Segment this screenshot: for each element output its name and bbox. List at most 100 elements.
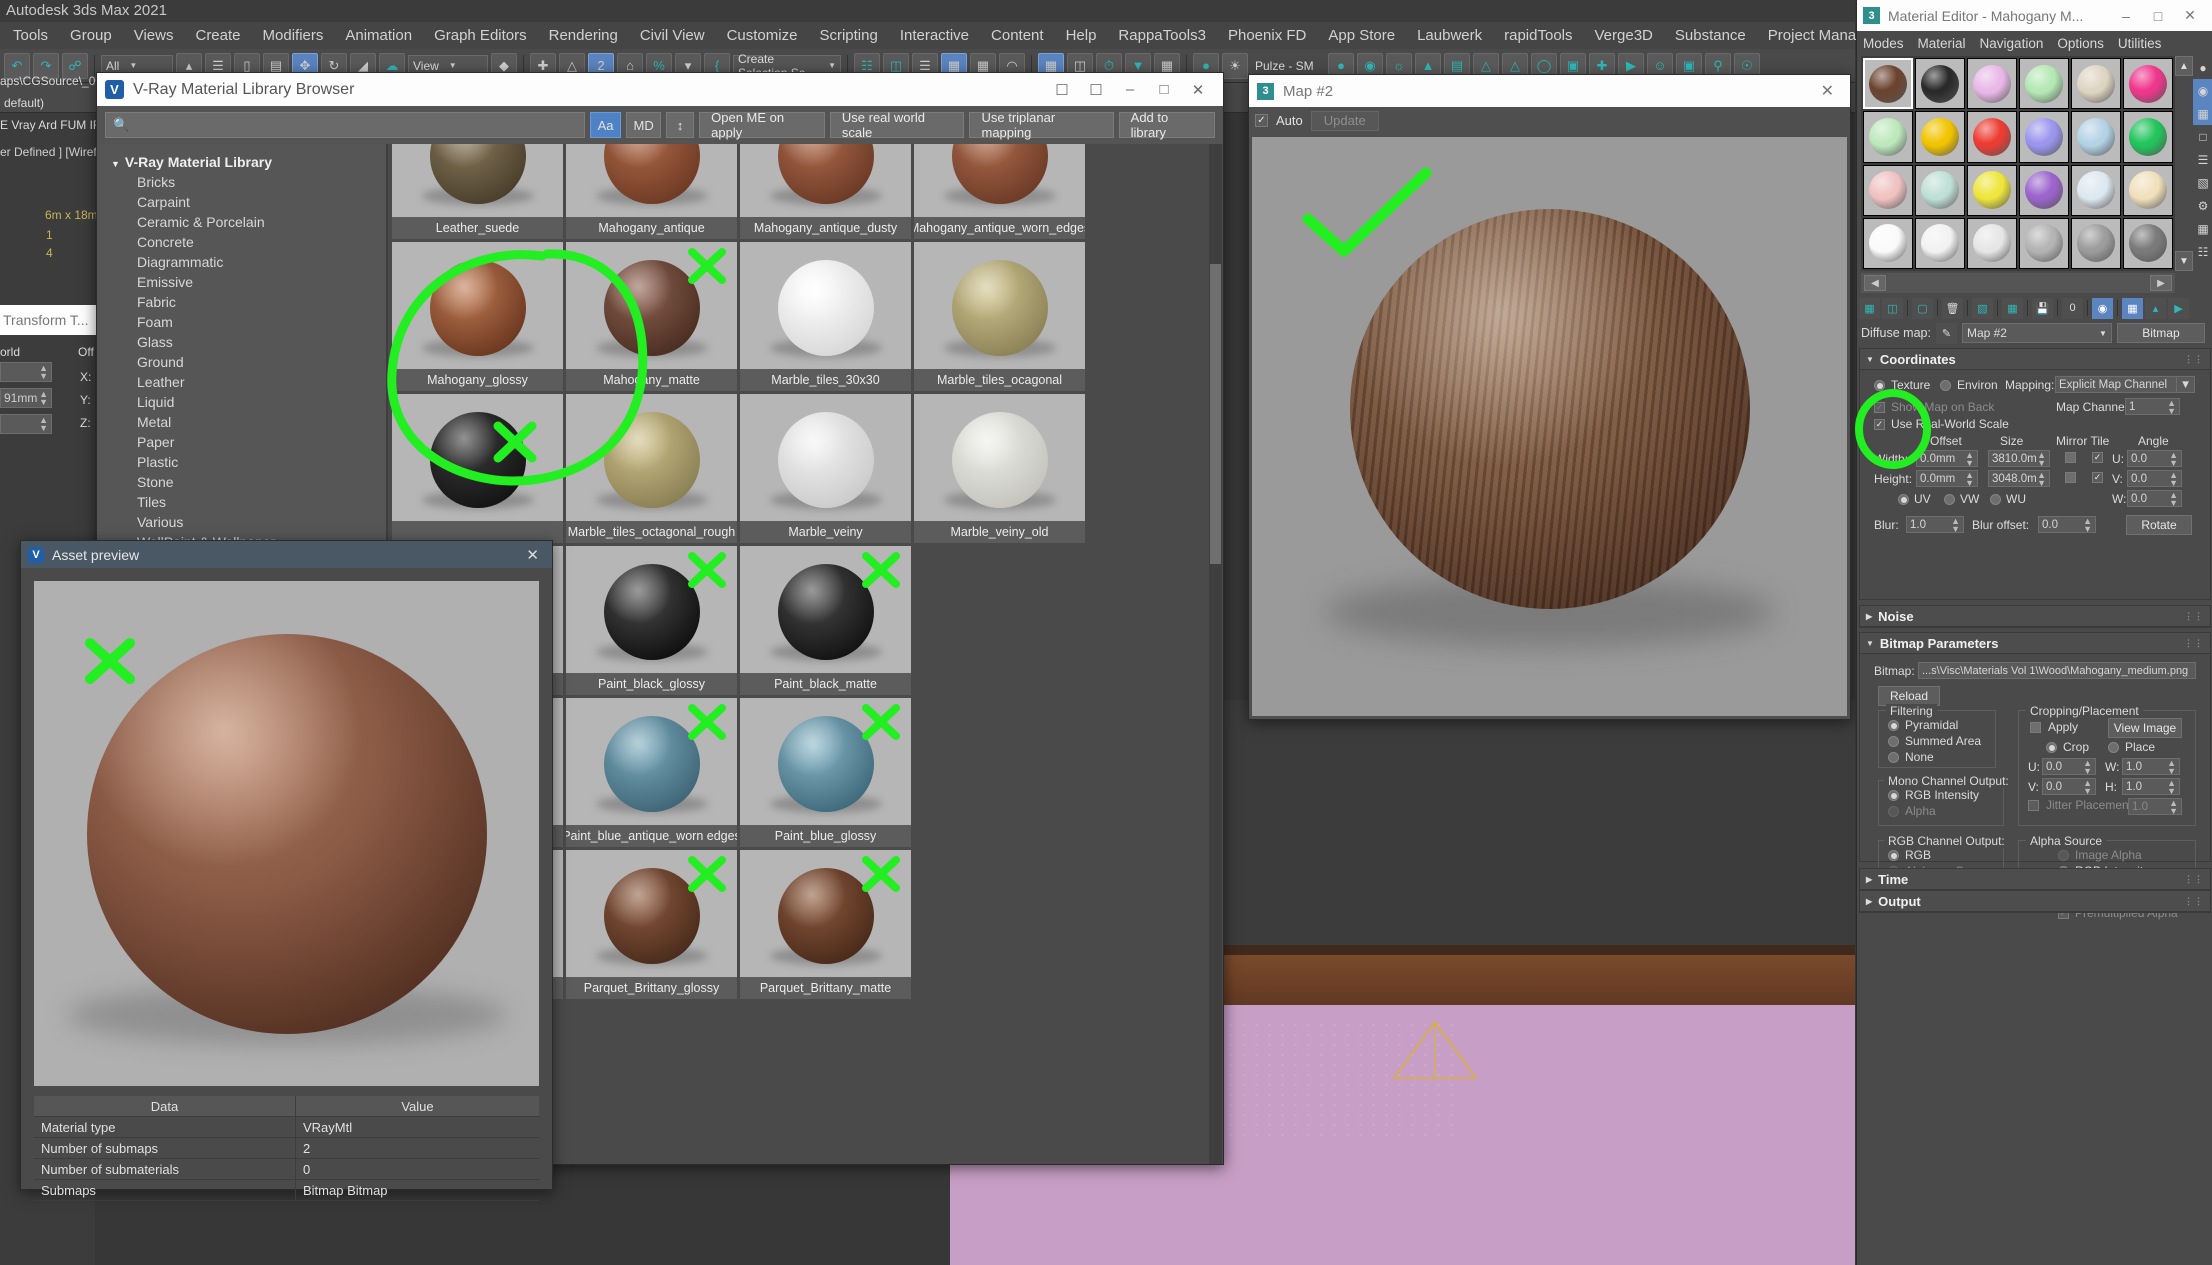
- crop-v-field[interactable]: 0.0 ▲ ▼: [2042, 778, 2096, 795]
- category-concrete[interactable]: Concrete: [97, 232, 386, 252]
- category-plastic[interactable]: Plastic: [97, 452, 386, 472]
- menu-item-content[interactable]: Content: [980, 27, 1055, 44]
- show-end-result-icon[interactable]: ▦: [2122, 297, 2143, 319]
- material-thumbnail[interactable]: Marble_veiny: [740, 394, 911, 543]
- go-to-parent-icon[interactable]: ▴: [2145, 297, 2166, 319]
- menu-item-civil-view[interactable]: Civil View: [629, 27, 716, 44]
- use-real-world-scale-button[interactable]: Use real world scale: [829, 110, 965, 140]
- sample-type-icon[interactable]: ●: [2193, 56, 2212, 79]
- material-thumbnail-image[interactable]: [566, 850, 737, 977]
- material-slot-8[interactable]: [1915, 111, 1965, 163]
- backlight-icon[interactable]: ◉: [2193, 79, 2212, 102]
- material-slot-3[interactable]: [1967, 58, 2017, 110]
- map-name-dropdown[interactable]: Map #2 ▼: [1961, 323, 2112, 343]
- sample-uv-tiling-icon[interactable]: □: [2193, 125, 2212, 148]
- category-emissive[interactable]: Emissive: [97, 272, 386, 292]
- use-real-world-scale-checkbox[interactable]: ✓: [1874, 419, 1885, 430]
- menu-item-laubwerk[interactable]: Laubwerk: [1406, 27, 1493, 44]
- material-thumbnail-image[interactable]: [392, 144, 563, 217]
- image-alpha-radio[interactable]: [2058, 850, 2069, 861]
- material-thumbnail[interactable]: Paint_black_glossy: [566, 546, 737, 695]
- menu-item-help[interactable]: Help: [1055, 27, 1108, 44]
- material-effects-channel-icon[interactable]: ▦: [2002, 297, 2023, 319]
- material-slot-19[interactable]: [1863, 217, 1913, 269]
- world-field-2[interactable]: 91mm ▲ ▼: [0, 388, 52, 408]
- menu-item-phoenix-fd[interactable]: Phoenix FD: [1217, 27, 1317, 44]
- toggle-case-sensitive[interactable]: Aa: [590, 112, 622, 138]
- table-row[interactable]: Submaps Bitmap Bitmap: [34, 1180, 539, 1201]
- menu-item-rappatools3[interactable]: RappaTools3: [1107, 27, 1217, 44]
- menu-item-customize[interactable]: Customize: [716, 27, 809, 44]
- vray-browser-dock-icon[interactable]: ☐: [1045, 76, 1079, 104]
- world-field-3[interactable]: ▲ ▼: [0, 414, 52, 434]
- material-editor-close-button[interactable]: ✕: [2174, 3, 2206, 29]
- material-thumbnail-image[interactable]: [392, 242, 563, 369]
- height-mirror-checkbox[interactable]: [2065, 472, 2076, 483]
- material-thumbnail-image[interactable]: [914, 394, 1085, 521]
- material-slot-22[interactable]: [2019, 217, 2069, 269]
- me-menu-utilities[interactable]: Utilities: [2118, 36, 2162, 51]
- category-various[interactable]: Various: [97, 512, 386, 532]
- asset-preview-window[interactable]: V Asset preview ✕ Data Value Material ty…: [20, 540, 553, 1201]
- material-thumbnail[interactable]: Paint_blue_antique_worn edges: [566, 698, 737, 847]
- options-icon[interactable]: ⚙: [2193, 194, 2212, 217]
- menu-item-modifiers[interactable]: Modifiers: [252, 27, 335, 44]
- vray-browser-close-button[interactable]: ✕: [1181, 76, 1215, 104]
- angle-v-field[interactable]: 0.0 ▲ ▼: [2127, 470, 2182, 487]
- slot-scroll-up-button[interactable]: ▲: [2175, 56, 2193, 76]
- category-diagrammatic[interactable]: Diagrammatic: [97, 252, 386, 272]
- material-thumbnail-image[interactable]: [914, 144, 1085, 217]
- assign-material-icon[interactable]: ▢: [1912, 297, 1933, 319]
- material-editor-window[interactable]: 3 Material Editor - Mahogany M... – □ ✕ …: [1855, 0, 2212, 1265]
- category-leather[interactable]: Leather: [97, 372, 386, 392]
- material-slot-17[interactable]: [2071, 164, 2121, 216]
- map-render-window[interactable]: 3 Map #2 ✕ ✓ Auto Update: [1248, 74, 1851, 720]
- map-window-close-button[interactable]: ✕: [1813, 81, 1842, 101]
- angle-w-field[interactable]: 0.0 ▲ ▼: [2127, 490, 2182, 507]
- background-checker-icon[interactable]: ▦: [2193, 102, 2212, 125]
- menu-item-scripting[interactable]: Scripting: [808, 27, 888, 44]
- bitmap-parameters-header[interactable]: ▼ Bitmap Parameters ⋮⋮: [1860, 633, 2210, 654]
- material-editor-minimize-button[interactable]: –: [2110, 3, 2142, 29]
- put-material-to-scene-icon[interactable]: ◫: [1882, 297, 1903, 319]
- category-carpaint[interactable]: Carpaint: [97, 192, 386, 212]
- width-mirror-checkbox[interactable]: [2065, 452, 2076, 463]
- material-thumbnail-image[interactable]: [740, 546, 911, 673]
- auto-update-checkbox[interactable]: ✓: [1255, 114, 1268, 127]
- me-menu-options[interactable]: Options: [2057, 36, 2104, 51]
- mono-alpha-radio[interactable]: [1888, 806, 1899, 817]
- slot-page-next-button[interactable]: ▶: [2150, 275, 2172, 291]
- save-icon[interactable]: 💾: [2032, 297, 2053, 319]
- category-ceramic-porcelain[interactable]: Ceramic & Porcelain: [97, 212, 386, 232]
- jitter-placement-field[interactable]: 1.0 ▲ ▼: [2128, 798, 2182, 815]
- menu-item-graph-editors[interactable]: Graph Editors: [423, 27, 538, 44]
- menu-item-create[interactable]: Create: [184, 27, 251, 44]
- crop-w-field[interactable]: 1.0 ▲ ▼: [2122, 758, 2180, 775]
- material-thumbnail-image[interactable]: [566, 698, 737, 825]
- vray-browser-popout-icon[interactable]: ☐: [1079, 76, 1113, 104]
- output-rollout-header[interactable]: ▶ Output ⋮⋮: [1860, 891, 2210, 912]
- material-slot-7[interactable]: [1863, 111, 1913, 163]
- material-thumbnail-image[interactable]: [740, 698, 911, 825]
- crop-radio[interactable]: [2046, 742, 2057, 753]
- blur-field[interactable]: 1.0 ▲ ▼: [1906, 516, 1964, 533]
- menu-item-app-store[interactable]: App Store: [1317, 27, 1406, 44]
- material-thumbnail-image[interactable]: [740, 144, 911, 217]
- material-thumbnail[interactable]: Mahogany_matte: [566, 242, 737, 391]
- material-thumbnail-image[interactable]: [392, 394, 563, 521]
- coordinates-rollout-header[interactable]: ▼ Coordinates ⋮⋮: [1860, 349, 2210, 370]
- material-thumbnail-image[interactable]: [740, 242, 911, 369]
- show-map-on-back-checkbox[interactable]: ✓: [1874, 402, 1885, 413]
- material-editor-maximize-button[interactable]: □: [2142, 3, 2174, 29]
- menu-item-animation[interactable]: Animation: [334, 27, 423, 44]
- view-image-button[interactable]: View Image: [2108, 718, 2182, 738]
- material-thumbnail-image[interactable]: [566, 242, 737, 369]
- category-liquid[interactable]: Liquid: [97, 392, 386, 412]
- category-ground[interactable]: Ground: [97, 352, 386, 372]
- vray-browser-title-bar[interactable]: V V-Ray Material Library Browser ☐ ☐ – □…: [97, 73, 1223, 106]
- material-slot-21[interactable]: [1967, 217, 2017, 269]
- menu-item-verge3d[interactable]: Verge3D: [1584, 27, 1664, 44]
- scrollbar-thumb[interactable]: [1210, 264, 1221, 564]
- texture-radio[interactable]: [1874, 380, 1885, 391]
- table-row[interactable]: Material type VRayMtl: [34, 1117, 539, 1138]
